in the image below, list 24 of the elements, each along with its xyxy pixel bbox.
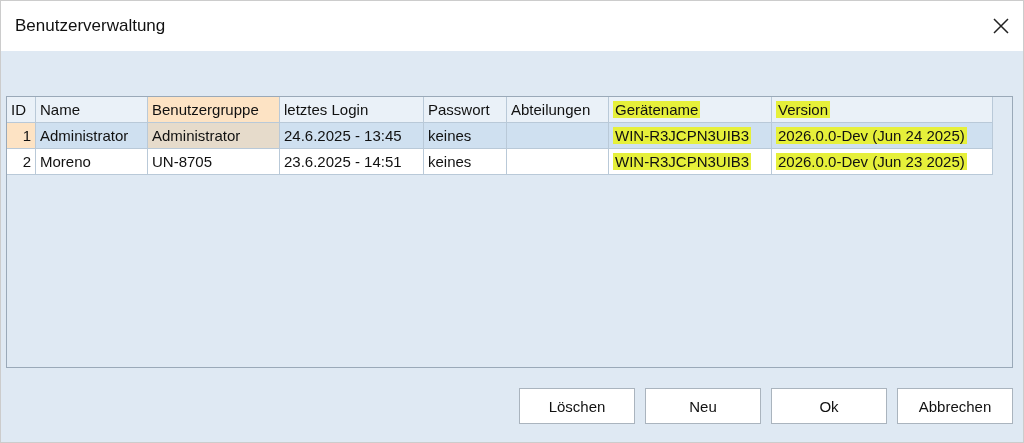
column-header[interactable]: Version — [772, 97, 993, 122]
table-cell: 23.6.2025 - 14:51 — [280, 149, 424, 174]
column-header[interactable]: Passwort — [424, 97, 507, 122]
table-row[interactable]: 1 Administrator Administrator 24.6.2025 - 13:45 keines WIN-R3JCPN3UIB3 2026.0.0-Dev (Jun 24 2025) — [7, 123, 993, 149]
column-header[interactable]: letztes Login — [280, 97, 424, 122]
table-cell: UN-8705 — [148, 149, 280, 174]
dialog-button[interactable]: Abbrechen — [897, 388, 1013, 424]
column-header[interactable]: Abteilungen — [507, 97, 609, 122]
column-header[interactable]: ID — [7, 97, 36, 122]
column-header[interactable]: Benutzergruppe — [148, 97, 280, 122]
table-cell: keines — [424, 149, 507, 174]
table-cell: Administrator — [148, 123, 280, 148]
dialog-button[interactable]: Löschen — [519, 388, 635, 424]
table-cell: 2 — [7, 149, 36, 174]
table-cell: 1 — [7, 123, 36, 148]
dialog-button[interactable]: Neu — [645, 388, 761, 424]
dialog-button[interactable]: Ok — [771, 388, 887, 424]
table-cell: keines — [424, 123, 507, 148]
table-row[interactable]: 2 Moreno UN-8705 23.6.2025 - 14:51 keines WIN-R3JCPN3UIB3 2026.0.0-Dev (Jun 23 2025) — [7, 149, 993, 175]
close-icon[interactable] — [993, 18, 1009, 34]
table-cell: Moreno — [36, 149, 148, 174]
column-header[interactable]: Gerätename — [609, 97, 772, 122]
table-cell: 24.6.2025 - 13:45 — [280, 123, 424, 148]
window-title: Benutzerverwaltung — [15, 16, 166, 36]
